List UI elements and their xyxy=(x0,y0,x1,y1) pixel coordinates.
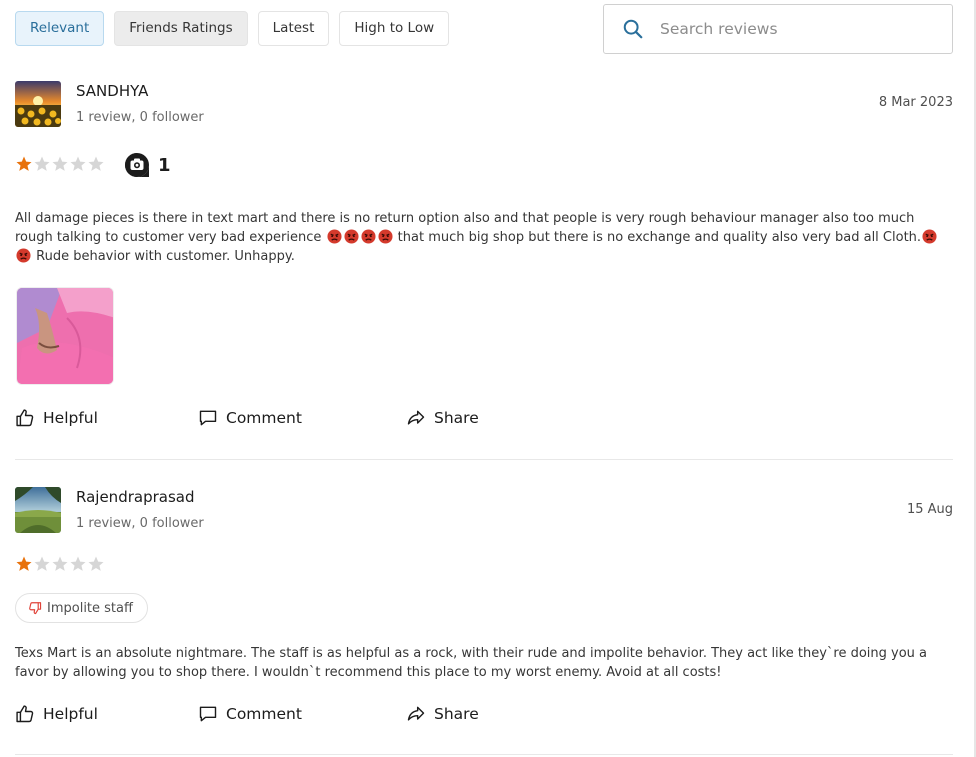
review-card: SANDHYA 1 review, 0 follower 8 Mar 2023 … xyxy=(15,81,953,441)
star-empty-icon xyxy=(34,556,50,571)
star-empty-icon xyxy=(88,156,104,171)
camera-icon xyxy=(125,153,149,177)
comment-icon xyxy=(199,706,217,722)
star-empty-icon xyxy=(70,556,86,571)
photo-count-value: 1 xyxy=(158,154,171,176)
reviewer-meta: 1 review, 0 follower xyxy=(76,516,204,531)
helpful-button[interactable]: Helpful xyxy=(15,704,98,724)
star-filled-icon xyxy=(16,556,32,571)
share-button[interactable]: Share xyxy=(406,704,479,724)
star-empty-icon xyxy=(52,156,68,171)
avatar[interactable] xyxy=(15,487,61,533)
reviewer-name[interactable]: Rajendraprasad xyxy=(76,488,194,506)
review-divider xyxy=(15,754,953,755)
star-filled-icon xyxy=(16,156,32,171)
star-empty-icon xyxy=(34,156,50,171)
thumbs-up-icon xyxy=(16,705,34,723)
angry-face-icon xyxy=(343,229,359,244)
review-card: Rajendraprasad 1 review, 0 follower 15 A… xyxy=(15,487,953,737)
review-divider xyxy=(15,459,953,460)
comment-label: Comment xyxy=(226,705,302,723)
angry-face-icon xyxy=(360,229,376,244)
star-empty-icon xyxy=(88,556,104,571)
helpful-button[interactable]: Helpful xyxy=(15,408,98,428)
review-actions: Helpful Comment Share xyxy=(15,704,615,728)
star-empty-icon xyxy=(52,556,68,571)
review-date: 8 Mar 2023 xyxy=(878,95,953,110)
share-button[interactable]: Share xyxy=(406,408,479,428)
star-rating xyxy=(15,155,105,173)
avatar[interactable] xyxy=(15,81,61,127)
filter-friends-ratings[interactable]: Friends Ratings xyxy=(114,11,248,46)
angry-face-icon xyxy=(326,229,342,244)
star-empty-icon xyxy=(70,156,86,171)
review-text-part: Rude behavior with customer. Unhappy. xyxy=(36,249,295,264)
share-icon xyxy=(407,706,425,721)
complaint-tag: Impolite staff xyxy=(15,593,148,623)
angry-face-icon xyxy=(16,248,31,263)
thumbs-down-icon xyxy=(29,602,42,615)
filter-latest[interactable]: Latest xyxy=(257,11,330,46)
share-icon xyxy=(407,410,425,425)
review-date: 15 Aug xyxy=(906,502,953,517)
comment-label: Comment xyxy=(226,409,302,427)
filter-high-to-low[interactable]: High to Low xyxy=(339,11,450,46)
helpful-label: Helpful xyxy=(43,705,98,723)
comment-button[interactable]: Comment xyxy=(198,704,302,724)
reviewer-meta: 1 review, 0 follower xyxy=(76,110,204,125)
helpful-label: Helpful xyxy=(43,409,98,427)
angry-face-icon xyxy=(377,229,393,244)
review-text: Texs Mart is an absolute nightmare. The … xyxy=(15,646,927,680)
search-icon xyxy=(623,19,643,39)
review-photo-thumbnail[interactable] xyxy=(16,287,114,385)
reviewer-name[interactable]: SANDHYA xyxy=(76,82,148,100)
share-label: Share xyxy=(434,705,479,723)
review-filter-bar: Relevant Friends Ratings Latest High to … xyxy=(15,11,450,46)
comment-button[interactable]: Comment xyxy=(198,408,302,428)
filter-relevant[interactable]: Relevant xyxy=(15,11,105,46)
review-text: All damage pieces is there in text mart … xyxy=(15,209,955,266)
complaint-tag-label: Impolite staff xyxy=(47,600,133,616)
angry-face-icon xyxy=(922,229,937,244)
search-box[interactable] xyxy=(603,4,953,54)
review-text-part: that much big shop but there is no excha… xyxy=(397,230,922,245)
star-rating xyxy=(15,555,105,573)
review-actions: Helpful Comment Share xyxy=(15,408,615,432)
photo-count[interactable]: 1 xyxy=(124,152,171,178)
thumbs-up-icon xyxy=(16,409,34,427)
search-input[interactable] xyxy=(660,20,930,38)
share-label: Share xyxy=(434,409,479,427)
comment-icon xyxy=(199,410,217,426)
